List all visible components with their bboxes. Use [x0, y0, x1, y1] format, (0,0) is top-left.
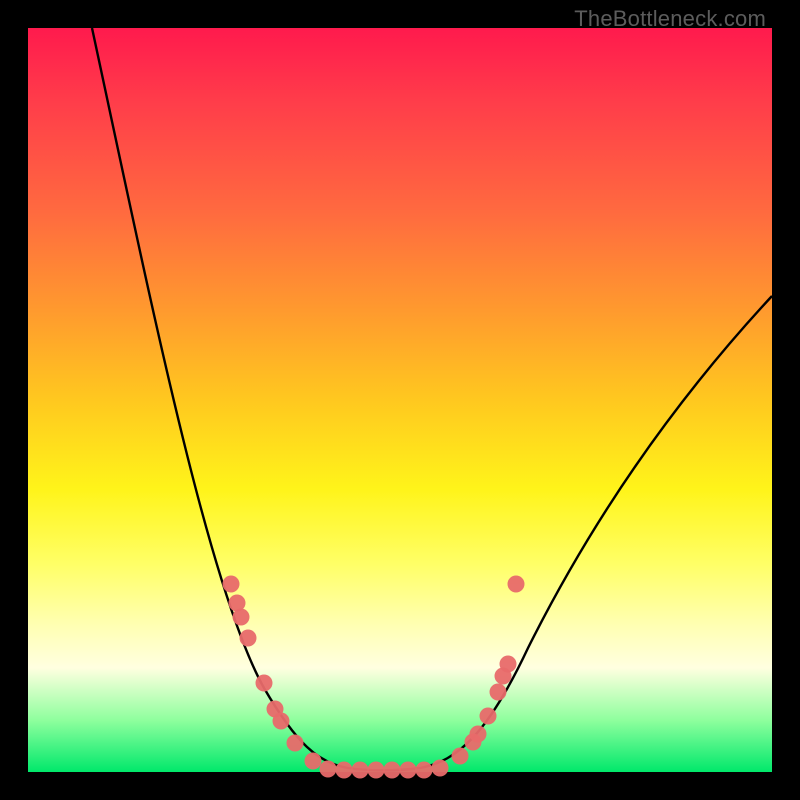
marker-dot	[256, 675, 273, 692]
marker-dot	[400, 762, 417, 779]
marker-dot	[320, 761, 337, 778]
marker-dot	[233, 609, 250, 626]
marker-dot	[416, 762, 433, 779]
marker-dot	[273, 713, 290, 730]
marker-dots	[223, 576, 525, 779]
chart-area	[28, 28, 772, 772]
marker-dot	[305, 753, 322, 770]
marker-dot	[384, 762, 401, 779]
bottleneck-curve	[28, 28, 772, 772]
marker-dot	[287, 735, 304, 752]
marker-dot	[336, 762, 353, 779]
marker-dot	[240, 630, 257, 647]
marker-dot	[480, 708, 497, 725]
marker-dot	[368, 762, 385, 779]
marker-dot	[490, 684, 507, 701]
marker-dot	[500, 656, 517, 673]
watermark-text: TheBottleneck.com	[574, 6, 766, 32]
marker-dot	[352, 762, 369, 779]
marker-dot	[508, 576, 525, 593]
marker-dot	[432, 760, 449, 777]
marker-dot	[223, 576, 240, 593]
marker-dot	[452, 748, 469, 765]
marker-dot	[470, 726, 487, 743]
curve-path	[92, 28, 772, 770]
